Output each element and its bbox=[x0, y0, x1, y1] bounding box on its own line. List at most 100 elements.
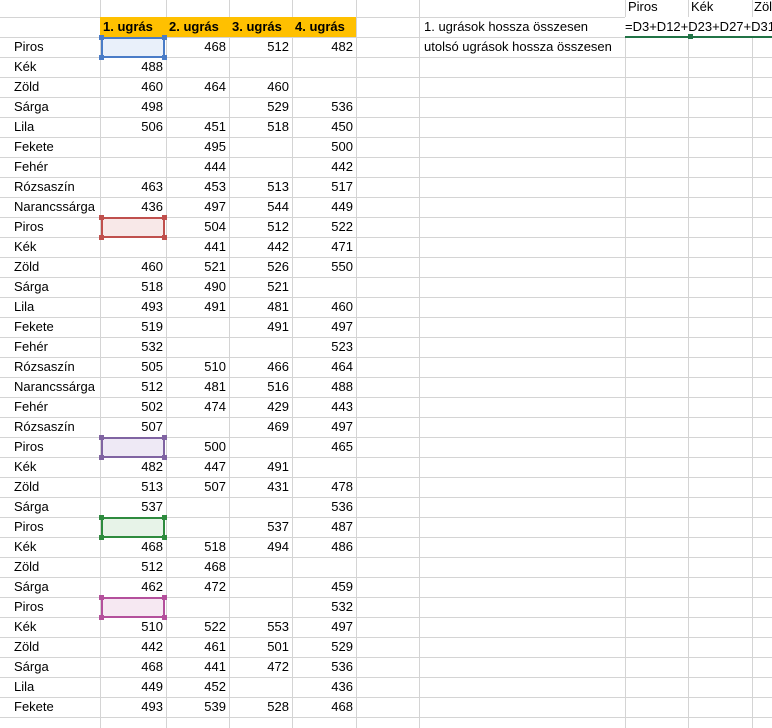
value-cell[interactable]: 502 bbox=[100, 397, 166, 417]
value-cell[interactable]: 497 bbox=[292, 617, 356, 637]
value-cell[interactable]: 505 bbox=[100, 357, 166, 377]
row-label[interactable]: Sárga bbox=[14, 497, 49, 517]
value-cell[interactable]: 487 bbox=[292, 517, 356, 537]
value-cell[interactable]: 468 bbox=[166, 557, 229, 577]
row-label[interactable]: Kék bbox=[14, 537, 36, 557]
value-cell[interactable]: 518 bbox=[229, 117, 292, 137]
value-cell[interactable] bbox=[292, 57, 356, 77]
value-cell[interactable] bbox=[229, 497, 292, 517]
value-cell[interactable]: 450 bbox=[292, 117, 356, 137]
value-cell[interactable]: 491 bbox=[229, 317, 292, 337]
fill-handle[interactable] bbox=[688, 34, 693, 39]
value-cell[interactable]: 507 bbox=[100, 417, 166, 437]
value-cell[interactable]: 436 bbox=[292, 677, 356, 697]
row-label[interactable]: Sárga bbox=[14, 657, 49, 677]
value-cell[interactable]: 481 bbox=[229, 297, 292, 317]
value-cell[interactable]: 512 bbox=[100, 377, 166, 397]
value-cell[interactable]: 447 bbox=[166, 457, 229, 477]
value-cell[interactable]: 539 bbox=[166, 697, 229, 717]
value-cell[interactable]: 442 bbox=[292, 157, 356, 177]
value-cell[interactable]: 449 bbox=[292, 197, 356, 217]
value-cell[interactable] bbox=[292, 457, 356, 477]
value-cell[interactable]: 536 bbox=[292, 97, 356, 117]
row-label[interactable]: Kék bbox=[14, 237, 36, 257]
value-cell[interactable] bbox=[292, 557, 356, 577]
value-cell[interactable]: 472 bbox=[229, 657, 292, 677]
value-cell[interactable] bbox=[100, 157, 166, 177]
column-header-zold[interactable]: Zöl bbox=[754, 0, 772, 17]
value-cell[interactable]: 504 bbox=[166, 217, 229, 237]
value-cell[interactable]: 491 bbox=[166, 297, 229, 317]
value-cell[interactable] bbox=[292, 277, 356, 297]
value-cell[interactable]: 495 bbox=[166, 137, 229, 157]
row-label[interactable]: Rózsaszín bbox=[14, 357, 75, 377]
spreadsheet-grid[interactable]: 1. ugrás 2. ugrás 3. ugrás 4. ugrás Piro… bbox=[0, 0, 772, 728]
value-cell[interactable]: 464 bbox=[292, 357, 356, 377]
value-cell[interactable]: 465 bbox=[292, 437, 356, 457]
value-cell[interactable]: 497 bbox=[166, 197, 229, 217]
row-label[interactable]: Kék bbox=[14, 457, 36, 477]
value-cell[interactable]: 429 bbox=[229, 397, 292, 417]
value-cell[interactable]: 460 bbox=[292, 297, 356, 317]
value-cell[interactable] bbox=[100, 237, 166, 257]
value-cell[interactable]: 537 bbox=[100, 497, 166, 517]
value-cell[interactable]: 482 bbox=[292, 37, 356, 57]
value-cell[interactable] bbox=[166, 417, 229, 437]
value-cell[interactable]: 478 bbox=[292, 477, 356, 497]
value-cell[interactable]: 482 bbox=[100, 457, 166, 477]
value-cell[interactable]: 451 bbox=[166, 117, 229, 137]
value-cell[interactable] bbox=[166, 317, 229, 337]
row-label[interactable]: Sárga bbox=[14, 97, 49, 117]
row-label[interactable]: Zöld bbox=[14, 77, 39, 97]
row-label[interactable]: Fekete bbox=[14, 137, 54, 157]
row-label[interactable]: Fehér bbox=[14, 337, 48, 357]
value-cell[interactable]: 518 bbox=[166, 537, 229, 557]
row-label[interactable]: Sárga bbox=[14, 577, 49, 597]
value-cell[interactable]: 453 bbox=[166, 177, 229, 197]
value-cell[interactable] bbox=[229, 57, 292, 77]
value-cell[interactable]: 497 bbox=[292, 417, 356, 437]
row-label[interactable]: Piros bbox=[14, 597, 44, 617]
value-cell[interactable]: 449 bbox=[100, 677, 166, 697]
header-cell-jump2[interactable]: 2. ugrás bbox=[166, 17, 229, 37]
value-cell[interactable]: 490 bbox=[166, 277, 229, 297]
value-cell[interactable]: 510 bbox=[100, 617, 166, 637]
row-label[interactable]: Fehér bbox=[14, 397, 48, 417]
header-cell-jump1[interactable]: 1. ugrás bbox=[100, 17, 166, 37]
value-cell[interactable]: 469 bbox=[229, 417, 292, 437]
value-cell[interactable]: 441 bbox=[166, 237, 229, 257]
value-cell[interactable]: 528 bbox=[229, 697, 292, 717]
value-cell[interactable]: 544 bbox=[229, 197, 292, 217]
value-cell[interactable]: 521 bbox=[166, 257, 229, 277]
value-cell[interactable] bbox=[229, 577, 292, 597]
row-label[interactable]: Fekete bbox=[14, 697, 54, 717]
value-cell[interactable]: 468 bbox=[100, 657, 166, 677]
value-cell[interactable]: 444 bbox=[166, 157, 229, 177]
row-label[interactable]: Piros bbox=[14, 217, 44, 237]
row-label[interactable]: Zöld bbox=[14, 257, 39, 277]
value-cell[interactable]: 491 bbox=[229, 457, 292, 477]
row-label[interactable]: Lila bbox=[14, 117, 34, 137]
value-cell[interactable]: 513 bbox=[100, 477, 166, 497]
value-cell[interactable]: 466 bbox=[229, 357, 292, 377]
value-cell[interactable]: 486 bbox=[292, 537, 356, 557]
value-cell[interactable] bbox=[166, 337, 229, 357]
value-cell[interactable]: 460 bbox=[100, 77, 166, 97]
value-cell[interactable]: 532 bbox=[100, 337, 166, 357]
row-label[interactable]: Rózsaszín bbox=[14, 417, 75, 437]
value-cell[interactable]: 461 bbox=[166, 637, 229, 657]
value-cell[interactable] bbox=[229, 437, 292, 457]
value-cell[interactable]: 464 bbox=[166, 77, 229, 97]
value-cell[interactable]: 536 bbox=[292, 657, 356, 677]
value-cell[interactable]: 550 bbox=[292, 257, 356, 277]
row-label[interactable]: Lila bbox=[14, 297, 34, 317]
value-cell[interactable]: 519 bbox=[100, 317, 166, 337]
value-cell[interactable]: 518 bbox=[100, 277, 166, 297]
value-cell[interactable]: 460 bbox=[229, 77, 292, 97]
value-cell[interactable]: 507 bbox=[166, 477, 229, 497]
value-cell[interactable]: 452 bbox=[166, 677, 229, 697]
row-label[interactable]: Fehér bbox=[14, 157, 48, 177]
value-cell[interactable]: 442 bbox=[229, 237, 292, 257]
value-cell[interactable]: 506 bbox=[100, 117, 166, 137]
row-label[interactable]: Zöld bbox=[14, 637, 39, 657]
